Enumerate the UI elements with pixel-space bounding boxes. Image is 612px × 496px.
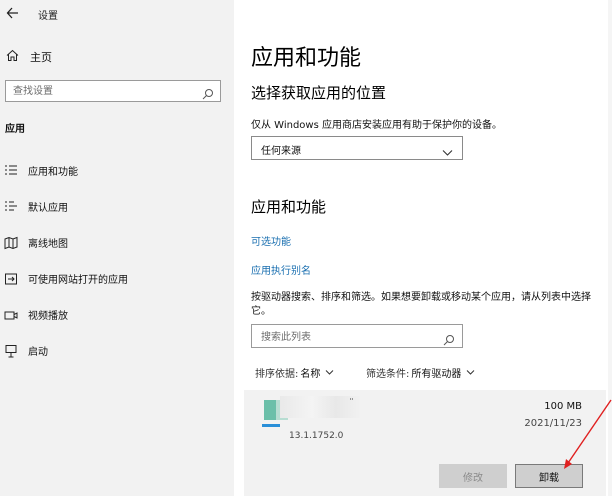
sidebar: 设置 主页 应用 应用和功能 默认应用 离线地图 可使用网站打开的应: [0, 0, 234, 496]
sidebar-item-label: 应用和功能: [28, 166, 78, 178]
search-icon[interactable]: [202, 85, 214, 100]
chevron-down-icon: [325, 368, 334, 377]
sidebar-item-label: 可使用网站打开的应用: [28, 274, 128, 286]
app-list-search-box[interactable]: [251, 324, 463, 348]
app-source-heading: 选择获取应用的位置: [251, 84, 387, 102]
sort-value: 名称: [300, 368, 321, 380]
sidebar-item-web-apps[interactable]: 可使用网站打开的应用: [0, 266, 234, 290]
optional-features-link[interactable]: 可选功能: [251, 233, 291, 248]
sidebar-section-label: 应用: [5, 124, 25, 135]
apps-list-icon: [4, 163, 18, 177]
sort-by-dropdown[interactable]: 排序依据: 名称: [255, 365, 334, 380]
scrollbar-track[interactable]: [608, 0, 612, 496]
sidebar-item-label: 视频播放: [28, 310, 68, 322]
app-size: 100 MB: [544, 401, 582, 412]
map-icon: [4, 235, 18, 250]
app-version: 13.1.1752.0: [289, 431, 344, 441]
filter-value: 所有驱动器: [411, 368, 462, 380]
sidebar-item-default-apps[interactable]: 默认应用: [0, 194, 234, 218]
sidebar-item-video-playback[interactable]: 视频播放: [0, 302, 234, 326]
filter-label: 筛选条件:: [366, 368, 410, 380]
app-source-value: 任何来源: [261, 146, 301, 157]
search-icon[interactable]: [443, 331, 455, 346]
settings-search-input[interactable]: [13, 84, 193, 98]
chevron-down-icon: [442, 143, 453, 156]
startup-icon: [4, 343, 18, 358]
sidebar-home[interactable]: 主页: [6, 48, 52, 66]
app-list-search-input[interactable]: [261, 330, 436, 344]
default-apps-icon: [4, 199, 18, 213]
uninstall-button[interactable]: 卸载: [515, 464, 583, 488]
sort-label: 排序依据:: [255, 368, 299, 380]
apps-features-heading: 应用和功能: [251, 198, 327, 216]
app-alias-link[interactable]: 应用执行别名: [251, 262, 311, 277]
sidebar-item-apps-features[interactable]: 应用和功能: [0, 158, 234, 182]
sidebar-home-label: 主页: [30, 51, 52, 64]
sidebar-item-label: 离线地图: [28, 238, 68, 250]
sidebar-item-offline-maps[interactable]: 离线地图: [0, 230, 234, 254]
window-title: 设置: [38, 11, 58, 22]
app-source-dropdown[interactable]: 任何来源: [251, 136, 463, 160]
video-icon: [4, 307, 18, 321]
settings-search-box[interactable]: [5, 80, 221, 102]
web-app-icon: [4, 271, 18, 285]
sidebar-item-label: 启动: [28, 346, 48, 358]
sidebar-item-startup[interactable]: 启动: [0, 338, 234, 362]
sidebar-item-label: 默认应用: [28, 202, 68, 214]
page-title: 应用和功能: [251, 46, 362, 71]
search-description: 按驱动器搜索、排序和筛选。如果想要卸载或移动某个应用，请从列表中选择它。: [251, 292, 591, 317]
app-install-date: 2021/11/23: [524, 418, 582, 429]
app-list-item[interactable]: ̈ 13.1.1752.0 100 MB 2021/11/23 修改 卸载: [244, 390, 606, 496]
home-icon: [6, 49, 20, 65]
modify-button[interactable]: 修改: [439, 464, 507, 488]
app-source-description: 仅从 Windows 应用商店安装应用有助于保护你的设备。: [251, 120, 502, 131]
back-arrow-icon[interactable]: [6, 4, 20, 22]
chevron-down-icon: [466, 368, 475, 377]
app-name-obscured: [280, 396, 360, 418]
filter-by-dropdown[interactable]: 筛选条件: 所有驱动器: [366, 365, 475, 380]
